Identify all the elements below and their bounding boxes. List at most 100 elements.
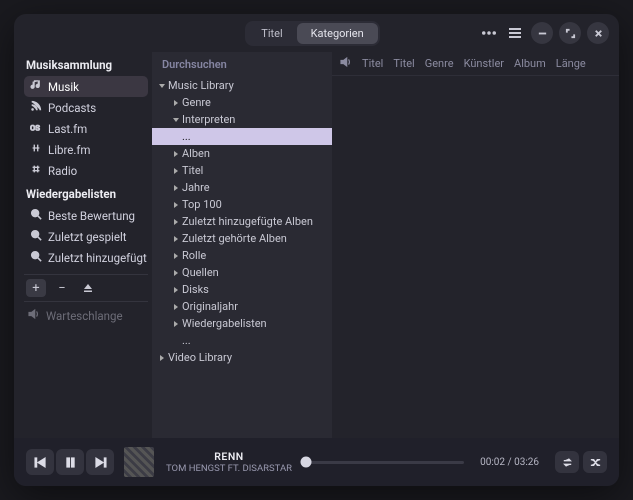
column-header[interactable]: Album [514,57,546,70]
tree-node-label: Alben [182,147,210,160]
sidebar-playlist-added[interactable]: Zuletzt hinzugefügt [24,247,148,268]
music-note-icon [30,79,42,94]
tree-node[interactable]: Originaljahr [152,298,332,315]
tree-node-label: Video Library [168,351,232,364]
remove-button[interactable]: − [52,279,72,297]
browse-header: Durchsuchen [152,52,332,77]
queue-label: Warteschlange [46,309,123,323]
tree-node[interactable]: Rolle [152,247,332,264]
content-pane: Titel Titel Genre Künstler Album Länge [332,52,619,438]
minimize-button[interactable] [531,22,553,44]
tree-node-label: Jahre [182,181,210,194]
tree-node[interactable]: Titel [152,162,332,179]
rss-icon [30,100,42,115]
player-bar: RENN TOM HENGST FT. DISARSTAR 00:02 / 03… [14,438,619,486]
disclosure-triangle-icon [174,321,178,327]
column-headers: Titel Titel Genre Künstler Album Länge [332,52,619,76]
repeat-button[interactable] [555,451,579,473]
tree-node[interactable]: Genre [152,94,332,111]
column-header[interactable]: Titel [362,57,383,70]
tree-node[interactable]: Wiedergabelisten [152,315,332,332]
tree-node-label: Interpreten [182,113,235,126]
tree-node[interactable]: Top 100 [152,196,332,213]
seek-slider[interactable] [304,461,464,464]
track-artist: TOM HENGST FT. DISARSTAR [166,463,292,474]
librefm-icon [30,142,42,157]
tree-node[interactable]: ... [152,128,332,145]
tree-node-label: Titel [182,164,203,177]
sidebar-playlist-best[interactable]: Beste Bewertung [24,205,148,226]
view-tabs: Titel Kategorien [245,21,379,46]
sidebar-item-label: Last.fm [48,122,87,136]
sidebar-header-collection: Musiksammlung [26,58,148,72]
tree-node[interactable]: Quellen [152,264,332,281]
column-header[interactable]: Künstler [464,57,504,70]
sidebar-item-label: Libre.fm [48,143,90,157]
titlebar: Titel Kategorien [14,14,619,52]
sidebar-item-label: Beste Bewertung [48,209,135,223]
seek-thumb[interactable] [300,457,311,468]
previous-button[interactable] [26,449,54,475]
app-window: Titel Kategorien Musiksammlung [14,14,619,486]
shuffle-button[interactable] [583,451,607,473]
queue-button[interactable]: Warteschlange [24,302,148,329]
tree-node-label: Quellen [182,266,219,279]
disclosure-triangle-icon [174,185,178,191]
tree-node[interactable]: Alben [152,145,332,162]
playing-column-icon[interactable] [340,56,352,71]
tree-node-label: Zuletzt gehörte Alben [182,232,287,245]
svg-text:OS: OS [30,123,40,132]
sidebar-item-music[interactable]: Musik [24,76,148,97]
disclosure-triangle-icon [160,355,164,361]
disclosure-triangle-icon [174,151,178,157]
column-header[interactable]: Genre [425,57,454,70]
maximize-button[interactable] [559,22,581,44]
disclosure-triangle-icon [174,219,178,225]
browse-panel: Durchsuchen Music Library Genre Interprete… [152,52,332,438]
sidebar-item-podcasts[interactable]: Podcasts [24,97,148,118]
tree-node-label: Top 100 [182,198,222,211]
disclosure-triangle-icon [174,100,178,106]
radio-icon [30,163,42,178]
tree-node[interactable]: Disks [152,281,332,298]
menu-icon[interactable] [505,23,525,43]
pause-button[interactable] [56,449,84,475]
disclosure-triangle-icon [173,118,179,122]
tree-node[interactable]: Jahre [152,179,332,196]
close-button[interactable] [587,22,609,44]
tree-node-label: Genre [182,96,211,109]
sidebar-playlist-recent[interactable]: Zuletzt gespielt [24,226,148,247]
more-icon[interactable] [479,23,499,43]
column-header[interactable]: Länge [556,57,586,70]
tab-categories[interactable]: Kategorien [297,23,378,44]
track-title: RENN [214,450,243,463]
tree-node[interactable]: Music Library [152,77,332,94]
tree-node[interactable]: Interpreten [152,111,332,128]
tree-node[interactable]: Video Library [152,349,332,366]
tree-node-label: Originaljahr [182,300,238,313]
browse-tree: Music Library Genre Interpreten... Alben Tit… [152,77,332,366]
tree-node-label: ... [182,334,191,347]
column-header[interactable]: Titel [393,57,414,70]
tree-node[interactable]: Zuletzt gehörte Alben [152,230,332,247]
tab-titles[interactable]: Titel [247,23,296,44]
time-display: 00:02 / 03:26 [474,457,545,468]
eject-button[interactable] [78,279,98,297]
add-button[interactable]: + [26,279,46,297]
sidebar-item-label: Podcasts [48,101,96,115]
album-cover[interactable] [124,447,154,477]
speaker-icon [28,308,40,323]
sidebar-item-radio[interactable]: Radio [24,160,148,181]
sidebar-item-label: Radio [48,164,77,178]
disclosure-triangle-icon [174,168,178,174]
sidebar-item-librefm[interactable]: Libre.fm [24,139,148,160]
sidebar-toolbar: + − [24,274,148,302]
tree-node[interactable]: Zuletzt hinzugefügte Alben [152,213,332,230]
tree-node-label: Zuletzt hinzugefügte Alben [182,215,313,228]
disclosure-triangle-icon [174,270,178,276]
disclosure-triangle-icon [174,287,178,293]
disclosure-triangle-icon [174,236,178,242]
next-button[interactable] [86,449,114,475]
tree-node[interactable]: ... [152,332,332,349]
sidebar-item-lastfm[interactable]: OS Last.fm [24,118,148,139]
